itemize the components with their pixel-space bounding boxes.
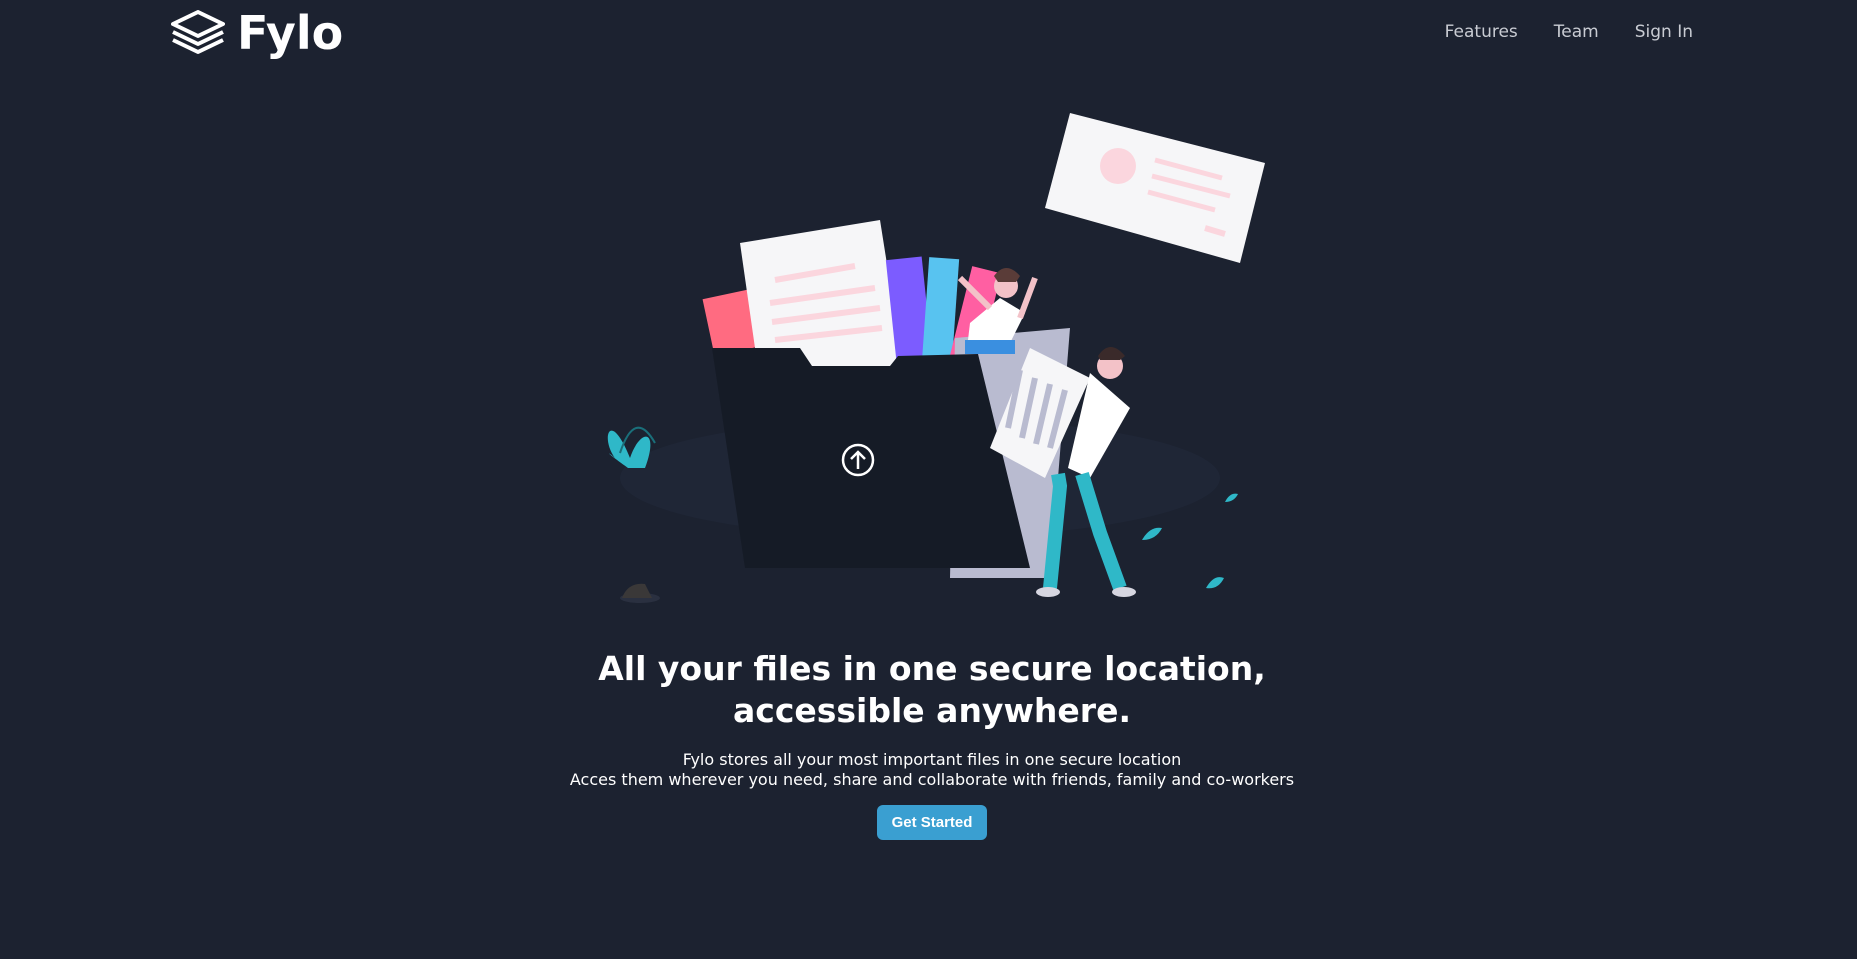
headline-line-2: accessible anywhere. <box>733 691 1131 730</box>
nav-link-team[interactable]: Team <box>1554 22 1599 42</box>
hero-headline: All your files in one secure location, a… <box>528 648 1336 732</box>
layers-icon <box>171 10 225 56</box>
headline-line-1: All your files in one secure location, <box>598 649 1266 688</box>
nav-link-features[interactable]: Features <box>1445 22 1518 42</box>
hero-description: Fylo stores all your most important file… <box>528 750 1336 790</box>
description-line-1: Fylo stores all your most important file… <box>682 750 1182 769</box>
get-started-button[interactable]: Get Started <box>877 805 987 840</box>
brand-name: Fylo <box>237 6 344 60</box>
hero-illustration <box>590 108 1280 608</box>
logo[interactable]: Fylo <box>171 9 343 57</box>
site-header: Fylo Features Team Sign In <box>0 0 1857 70</box>
main-nav: Features Team Sign In <box>1445 22 1693 42</box>
description-line-2: Acces them wherever you need, share and … <box>569 770 1295 789</box>
nav-link-sign-in[interactable]: Sign In <box>1635 22 1693 42</box>
